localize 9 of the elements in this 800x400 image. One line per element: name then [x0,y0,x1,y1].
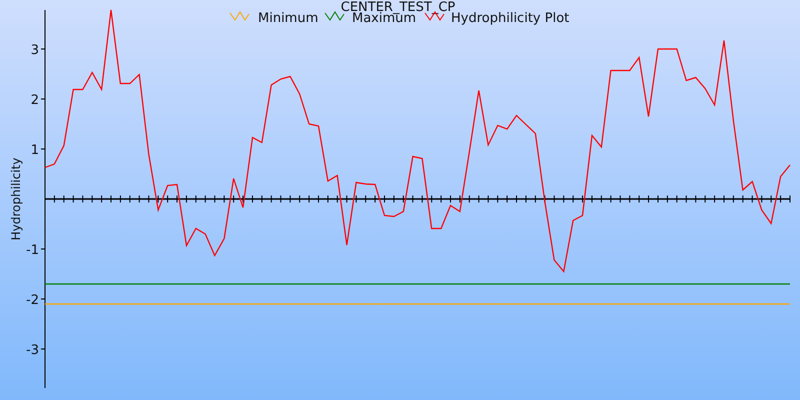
y-axis-title: Hydrophilicity [9,158,23,240]
y-tick-label: 1 [30,143,39,158]
y-tick-label: -2 [26,293,39,308]
y-tick-label: -1 [26,243,39,258]
y-tick-label: 2 [30,93,39,108]
legend-line-icon [230,11,250,21]
y-tick-label: 3 [30,43,39,58]
legend-label: Minimum [258,11,318,26]
y-tick-label: -3 [26,343,39,358]
